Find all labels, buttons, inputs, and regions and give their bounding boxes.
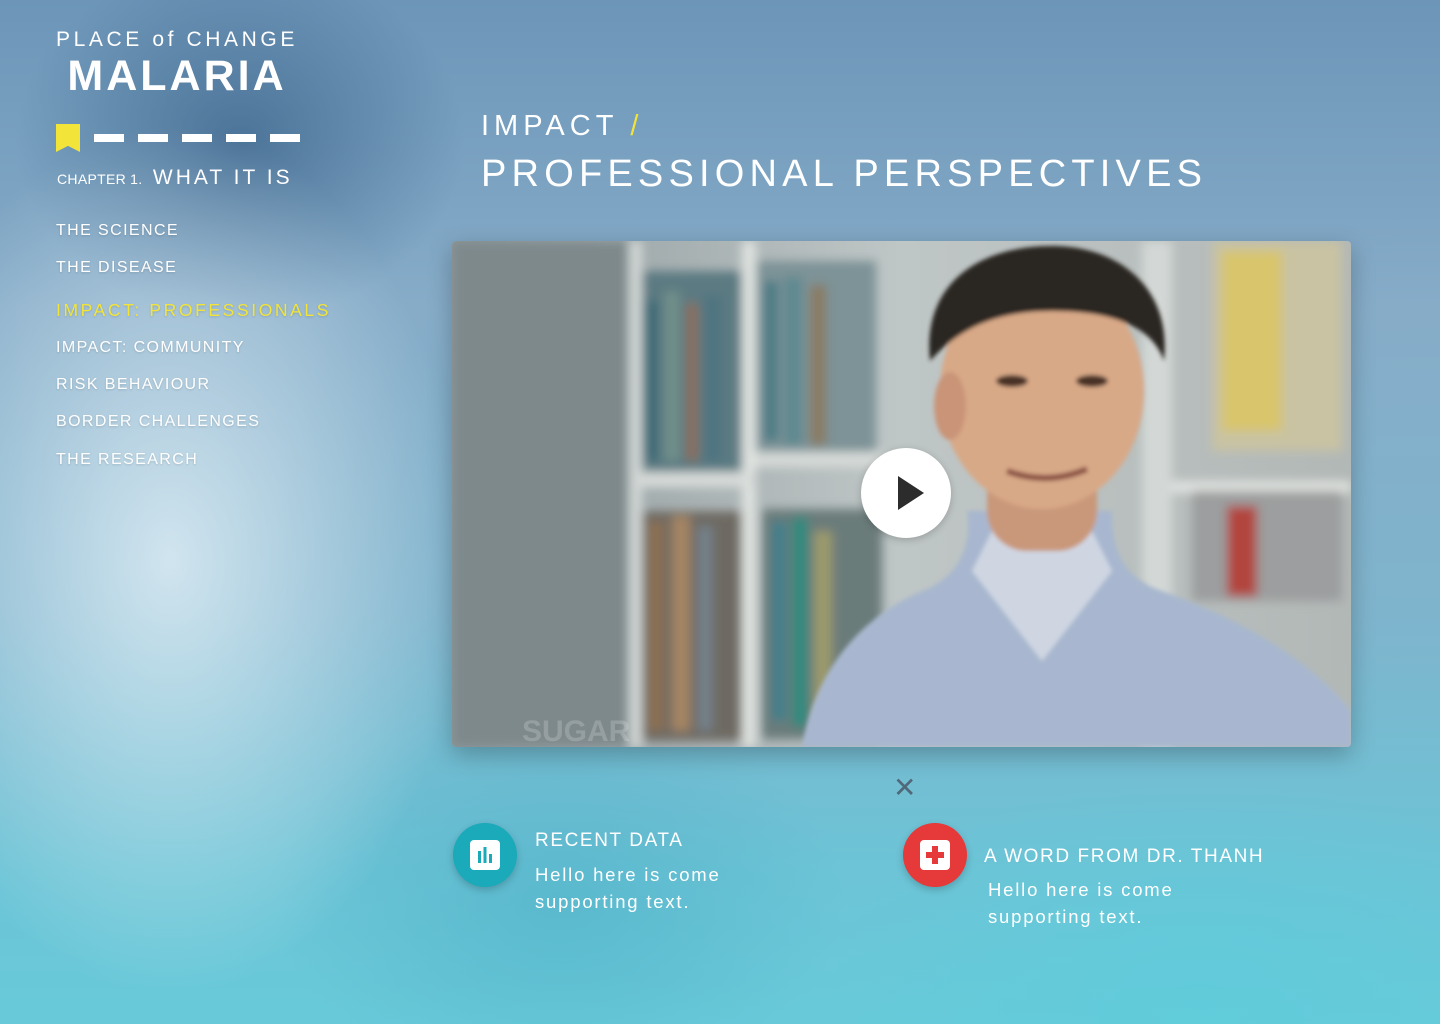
word-from-doctor-card[interactable]: A WORD FROM DR. THANH Hello here is come…: [903, 823, 1303, 933]
chapter-progress: [56, 124, 314, 152]
recent-data-card[interactable]: RECENT DATA Hello here is come supportin…: [453, 823, 753, 923]
chapter-title: WHAT IT IS: [152, 166, 293, 189]
page-heading: IMPACT / PROFESSIONAL PERSPECTIVES: [481, 110, 1207, 196]
brand-subtitle: PLACE of CHANGE: [56, 28, 298, 51]
progress-segment: [94, 134, 124, 142]
page-title: PROFESSIONAL PERSPECTIVES: [481, 153, 1208, 195]
bookmark-icon: [56, 124, 80, 152]
section-name: IMPACT: [481, 110, 619, 142]
close-icon[interactable]: ✕: [893, 774, 916, 802]
nav-item-impact-community[interactable]: IMPACT: COMMUNITY: [56, 339, 245, 357]
nav-item-impact-professionals[interactable]: IMPACT: PROFESSIONALS: [56, 300, 331, 321]
progress-segment: [226, 134, 256, 142]
nav-item-the-research[interactable]: THE RESEARCH: [56, 451, 198, 469]
word-from-doctor-title: A WORD FROM DR. THANH: [984, 846, 1265, 867]
nav-item-border-challenges[interactable]: BORDER CHALLENGES: [56, 413, 260, 431]
progress-segment: [182, 134, 212, 142]
brand-logo: PLACE of CHANGE MALARIA: [54, 28, 300, 99]
brand-title: MALARIA: [67, 52, 287, 100]
video-player[interactable]: SUGAR: [452, 241, 1351, 747]
nav-item-the-disease[interactable]: THE DISEASE: [56, 259, 177, 277]
nav-item-risk-behaviour[interactable]: RISK BEHAVIOUR: [56, 376, 210, 394]
recent-data-title: RECENT DATA: [535, 830, 684, 851]
play-icon[interactable]: [861, 448, 951, 538]
video-watermark: SUGAR: [522, 715, 631, 747]
progress-segment: [270, 134, 300, 142]
progress-segment: [138, 134, 168, 142]
bar-chart-icon[interactable]: [453, 823, 517, 887]
chapter-number: CHAPTER 1.: [57, 171, 143, 187]
chapter-heading: CHAPTER 1. WHAT IT IS: [57, 166, 293, 190]
heading-slash: /: [630, 110, 644, 142]
medical-cross-icon[interactable]: [903, 823, 967, 887]
word-from-doctor-text: Hello here is come supporting text.: [988, 879, 1174, 927]
recent-data-text: Hello here is come supporting text.: [535, 864, 721, 912]
nav-item-the-science[interactable]: THE SCIENCE: [56, 222, 179, 240]
section-label: IMPACT /: [481, 110, 1207, 143]
